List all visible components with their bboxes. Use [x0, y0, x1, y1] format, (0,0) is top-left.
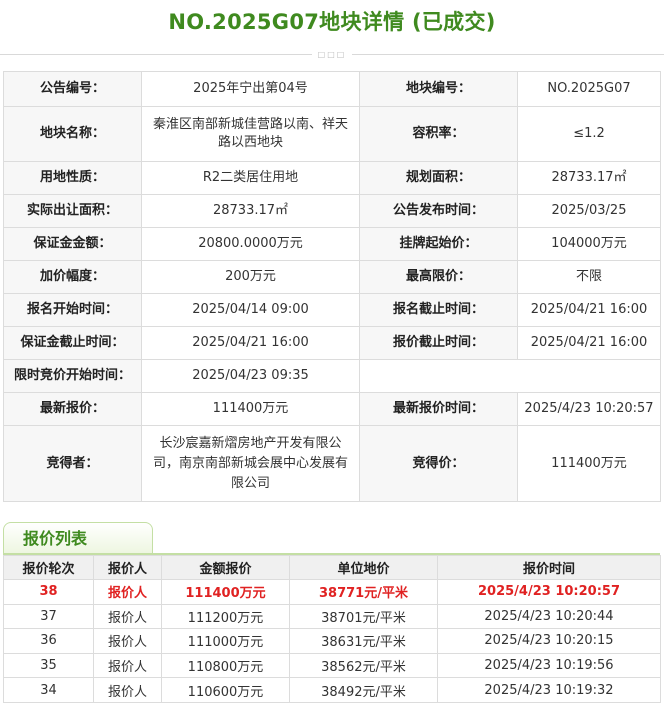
bid-time: 2025/4/23 10:20:44: [437, 603, 661, 630]
plot-ratio-value: ≤1.2: [517, 106, 661, 162]
announcement-no-label: 公告编号：: [3, 71, 142, 107]
parcel-no-value: NO.2025G07: [517, 71, 661, 107]
detail-row: 地块名称： 秦淮区南部新城佳营路以南、祥天路以西地块 容积率： ≤1.2: [3, 106, 661, 162]
detail-row: 保证金截止时间： 2025/04/21 16:00 报价截止时间： 2025/0…: [3, 326, 661, 360]
bid-round: 35: [3, 652, 94, 679]
col-header-round: 报价轮次: [3, 555, 94, 580]
start-price-label: 挂牌起始价：: [359, 227, 518, 261]
table-row: 35 报价人 110800万元 38562元/平米 2025/4/23 10:1…: [3, 652, 661, 679]
divider-dots-icon: □□□: [312, 49, 352, 60]
bid-unit-price: 38631元/平米: [289, 628, 438, 654]
deposit-end-label: 保证金截止时间：: [3, 326, 142, 360]
parcel-no-label: 地块编号：: [359, 71, 518, 107]
bid-amount: 111000万元: [161, 628, 290, 654]
bid-unit-price: 38701元/平米: [289, 603, 438, 630]
publish-time-value: 2025/03/25: [517, 194, 661, 228]
bid-time: 2025/4/23 10:19:32: [437, 677, 661, 703]
bid-round: 36: [3, 628, 94, 654]
bid-header-row: 报价轮次 报价人 金额报价 单位地价 报价时间: [3, 555, 661, 580]
reg-end-label: 报名截止时间：: [359, 293, 518, 327]
parcel-detail-table: 公告编号： 2025年宁出第04号 地块编号： NO.2025G07 地块名称：…: [3, 71, 661, 502]
table-row: 34 报价人 110600万元 38492元/平米 2025/4/23 10:1…: [3, 677, 661, 703]
planned-area-label: 规划面积：: [359, 161, 518, 195]
bid-bidder: 报价人: [93, 677, 162, 703]
auction-start-label: 限时竞价开始时间：: [3, 359, 142, 393]
detail-row: 用地性质： R2二类居住用地 规划面积： 28733.17㎡: [3, 161, 661, 195]
max-price-value: 不限: [517, 260, 661, 294]
auction-start-value: 2025/04/23 09:35: [141, 359, 360, 393]
detail-row: 报名开始时间： 2025/04/14 09:00 报名截止时间： 2025/04…: [3, 293, 661, 327]
quote-end-value: 2025/04/21 16:00: [517, 326, 661, 360]
bid-list-title: 报价列表: [23, 529, 88, 548]
detail-row: 加价幅度： 200万元 最高限价： 不限: [3, 260, 661, 294]
reg-start-label: 报名开始时间：: [3, 293, 142, 327]
plot-ratio-label: 容积率：: [359, 106, 518, 162]
detail-row: 限时竞价开始时间： 2025/04/23 09:35: [3, 359, 661, 393]
bid-bidder: 报价人: [93, 652, 162, 679]
bid-amount: 110800万元: [161, 652, 290, 679]
col-header-amount: 金额报价: [161, 555, 290, 580]
detail-row: 竞得者： 长沙宸嘉新熠房地产开发有限公司，南京南部新城会展中心发展有限公司 竞得…: [3, 425, 661, 502]
detail-row: 实际出让面积： 28733.17㎡ 公告发布时间： 2025/03/25: [3, 194, 661, 228]
bid-bidder: 报价人: [93, 603, 162, 630]
reg-end-value: 2025/04/21 16:00: [517, 293, 661, 327]
bid-list-tab[interactable]: 报价列表: [3, 522, 153, 554]
bid-time: 2025/4/23 10:20:57: [437, 579, 661, 605]
bid-amount: 111400万元: [161, 579, 290, 605]
quote-end-label: 报价截止时间：: [359, 326, 518, 360]
parcel-name-label: 地块名称：: [3, 106, 142, 162]
bid-amount: 110600万元: [161, 677, 290, 703]
bid-bidder: 报价人: [93, 579, 162, 605]
publish-time-label: 公告发布时间：: [359, 194, 518, 228]
page-title: NO.2025G07地块详情 (已成交): [168, 10, 496, 34]
col-header-time: 报价时间: [437, 555, 661, 580]
win-price-value: 111400万元: [517, 425, 661, 502]
start-price-value: 104000万元: [517, 227, 661, 261]
bid-amount: 111200万元: [161, 603, 290, 630]
winner-label: 竞得者：: [3, 425, 142, 502]
announcement-no-value: 2025年宁出第04号: [141, 71, 360, 107]
empty-cell: [359, 359, 661, 393]
deposit-label: 保证金金额：: [3, 227, 142, 261]
bid-round: 37: [3, 603, 94, 630]
latest-time-value: 2025/4/23 10:20:57: [517, 392, 661, 426]
bid-time: 2025/4/23 10:20:15: [437, 628, 661, 654]
land-use-value: R2二类居住用地: [141, 161, 360, 195]
latest-time-label: 最新报价时间：: [359, 392, 518, 426]
bid-unit-price: 38771元/平米: [289, 579, 438, 605]
detail-row: 公告编号： 2025年宁出第04号 地块编号： NO.2025G07: [3, 71, 661, 107]
winner-value: 长沙宸嘉新熠房地产开发有限公司，南京南部新城会展中心发展有限公司: [141, 425, 360, 502]
land-use-label: 用地性质：: [3, 161, 142, 195]
detail-row: 保证金金额： 20800.0000万元 挂牌起始价： 104000万元: [3, 227, 661, 261]
bid-unit-price: 38562元/平米: [289, 652, 438, 679]
reg-start-value: 2025/04/14 09:00: [141, 293, 360, 327]
bid-round: 34: [3, 677, 94, 703]
deposit-value: 20800.0000万元: [141, 227, 360, 261]
actual-area-value: 28733.17㎡: [141, 194, 360, 228]
deposit-end-value: 2025/04/21 16:00: [141, 326, 360, 360]
actual-area-label: 实际出让面积：: [3, 194, 142, 228]
detail-row: 最新报价： 111400万元 最新报价时间： 2025/4/23 10:20:5…: [3, 392, 661, 426]
latest-price-value: 111400万元: [141, 392, 360, 426]
win-price-label: 竞得价：: [359, 425, 518, 502]
increment-value: 200万元: [141, 260, 360, 294]
parcel-name-value: 秦淮区南部新城佳营路以南、祥天路以西地块: [141, 106, 360, 162]
bid-bidder: 报价人: [93, 628, 162, 654]
col-header-unit-price: 单位地价: [289, 555, 438, 580]
col-header-bidder: 报价人: [93, 555, 162, 580]
bid-time: 2025/4/23 10:19:56: [437, 652, 661, 679]
increment-label: 加价幅度：: [3, 260, 142, 294]
table-row: 36 报价人 111000万元 38631元/平米 2025/4/23 10:2…: [3, 628, 661, 654]
bid-round: 38: [3, 579, 94, 605]
max-price-label: 最高限价：: [359, 260, 518, 294]
latest-price-label: 最新报价：: [3, 392, 142, 426]
bid-unit-price: 38492元/平米: [289, 677, 438, 703]
bid-list-table: 报价轮次 报价人 金额报价 单位地价 报价时间 38 报价人 111400万元 …: [3, 555, 661, 703]
planned-area-value: 28733.17㎡: [517, 161, 661, 195]
table-row: 37 报价人 111200万元 38701元/平米 2025/4/23 10:2…: [3, 603, 661, 630]
table-row: 38 报价人 111400万元 38771元/平米 2025/4/23 10:2…: [3, 579, 661, 605]
